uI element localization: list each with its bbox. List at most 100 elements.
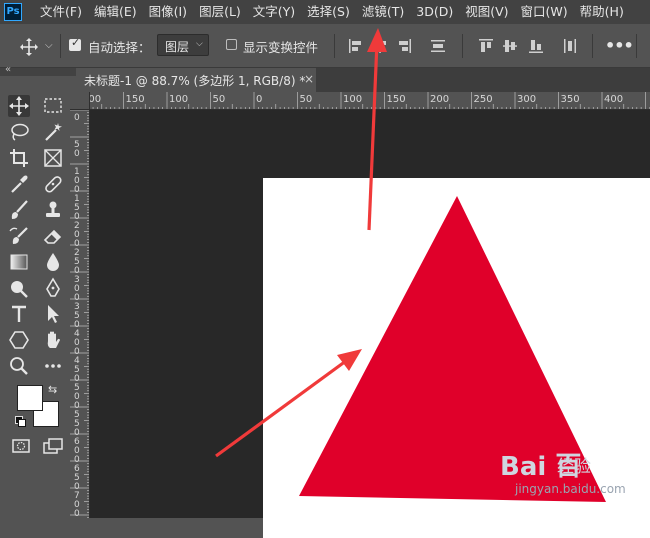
align-vertical-centers-icon[interactable] [502, 38, 518, 54]
foreground-color-swatch[interactable] [17, 385, 43, 411]
options-divider [592, 34, 593, 58]
brush-icon [11, 200, 28, 219]
menu-items: 文件(F) 编辑(E) 图像(I) 图层(L) 文字(Y) 选择(S) 滤镜(T… [34, 0, 630, 24]
ruler-label: 0 [256, 94, 262, 105]
menu-image[interactable]: 图像(I) [143, 0, 193, 24]
screen-mode-icon [43, 438, 63, 454]
menu-3d[interactable]: 3D(D) [410, 0, 459, 24]
auto-select-checkbox[interactable]: ✓ [69, 36, 81, 51]
eyedropper-icon [11, 175, 28, 193]
ruler-label: 200 [430, 94, 449, 105]
crop-tool[interactable] [8, 147, 30, 169]
more-options-button[interactable]: ••• [605, 36, 634, 55]
menu-help[interactable]: 帮助(H) [574, 0, 630, 24]
history-brush-tool[interactable] [8, 225, 30, 247]
clone-stamp-tool[interactable] [42, 199, 64, 221]
eyedropper-tool[interactable] [8, 173, 30, 195]
frame-tool[interactable] [42, 147, 64, 169]
type-t-icon [12, 305, 26, 322]
marquee-tool[interactable] [42, 95, 64, 117]
align-right-edges-icon[interactable] [396, 38, 412, 54]
move-icon [9, 96, 29, 116]
bandage-icon [45, 176, 62, 193]
options-bar: ⌵ ✓ 自动选择： 图层 ⌵ 显示变换控件 ••• [0, 24, 650, 68]
align-top-edges-icon[interactable] [478, 38, 494, 54]
ruler-label: 300 [517, 94, 536, 105]
menu-layer[interactable]: 图层(L) [193, 0, 247, 24]
rectangular-marquee-icon [44, 98, 62, 113]
water-drop-icon [47, 253, 59, 271]
menu-window[interactable]: 窗口(W) [515, 0, 574, 24]
swap-colors-icon[interactable]: ⇆ [48, 383, 57, 396]
options-divider [60, 34, 61, 58]
align-horizontal-centers-icon[interactable] [372, 38, 388, 54]
dodge-tool[interactable] [8, 277, 30, 299]
document-tab[interactable]: 未标题-1 @ 88.7% (多边形 1, RGB/8) * × [76, 68, 316, 92]
default-colors-icon[interactable] [15, 416, 26, 427]
document-tab-title: 未标题-1 @ 88.7% (多边形 1, RGB/8) * [84, 74, 306, 88]
ruler-origin[interactable] [70, 92, 90, 110]
brush-tool[interactable] [8, 199, 30, 221]
healing-brush-tool[interactable] [42, 173, 64, 195]
ruler-label: 0 [74, 113, 80, 123]
distribute-horizontal-icon[interactable] [430, 38, 446, 54]
menu-bar: Ps 文件(F) 编辑(E) 图像(I) 图层(L) 文字(Y) 选择(S) 滤… [0, 0, 650, 24]
lasso-tool[interactable] [8, 121, 30, 143]
foreground-color-fill [18, 386, 42, 410]
pen-tool[interactable] [42, 277, 64, 299]
options-divider [462, 34, 463, 58]
ruler-label: 350 [561, 94, 580, 105]
menu-edit[interactable]: 编辑(E) [88, 0, 143, 24]
eraser-tool[interactable] [42, 225, 64, 247]
menu-file[interactable]: 文件(F) [34, 0, 88, 24]
close-icon[interactable]: × [304, 72, 314, 86]
blur-tool[interactable] [42, 251, 64, 273]
chevron-down-icon: ⌵ [196, 39, 203, 49]
ruler-label: 0 [74, 509, 80, 518]
menu-type[interactable]: 文字(Y) [247, 0, 301, 24]
ruler-label: 50 [213, 94, 226, 105]
ruler-label: 100 [343, 94, 362, 105]
stamp-icon [46, 201, 60, 217]
auto-select-target-dropdown[interactable]: 图层 ⌵ [157, 34, 209, 56]
menu-select[interactable]: 选择(S) [301, 0, 356, 24]
edit-toolbar-button[interactable] [42, 355, 64, 377]
shape-tool[interactable] [8, 329, 30, 351]
distribute-vertical-icon[interactable] [562, 38, 578, 54]
ruler-label: 0 [74, 149, 80, 159]
history-brush-icon [9, 227, 28, 244]
quick-mask-button[interactable] [10, 435, 32, 457]
pen-icon [46, 277, 60, 297]
ruler-label: 250 [474, 94, 493, 105]
screen-mode-button[interactable] [42, 435, 64, 457]
ruler-label: 150 [387, 94, 406, 105]
quick-mask-icon [12, 439, 30, 453]
zoom-tool[interactable] [8, 355, 30, 377]
move-tool-icon[interactable] [20, 38, 38, 56]
magic-wand-tool[interactable] [42, 121, 64, 143]
vertical-ruler[interactable]: 0501001502002503003504004505005506006507… [70, 110, 90, 518]
options-divider [636, 34, 637, 58]
align-left-edges-icon[interactable] [348, 38, 364, 54]
ruler-label: 200 [90, 94, 101, 105]
ruler-label: 50 [300, 94, 313, 105]
menu-view[interactable]: 视图(V) [459, 0, 514, 24]
menu-filter[interactable]: 滤镜(T) [356, 0, 410, 24]
show-transform-controls-checkbox[interactable] [226, 39, 237, 50]
type-tool[interactable] [8, 303, 30, 325]
path-selection-tool[interactable] [42, 303, 64, 325]
gradient-tool[interactable] [8, 251, 30, 273]
hexagon-icon [9, 331, 29, 349]
double-chevron-left-icon[interactable]: « [5, 64, 11, 75]
align-bottom-edges-icon[interactable] [528, 38, 544, 54]
photoshop-logo-icon[interactable]: Ps [4, 3, 22, 21]
vertical-ruler-ticks: 0501001502002503003504004505005506006507… [70, 110, 89, 518]
move-tool[interactable] [8, 95, 30, 117]
horizontal-ruler[interactable]: 200 150 100 50 0 50 100 150 200 250 300 350 400 [90, 92, 650, 110]
tool-preset-chevron-down-icon[interactable]: ⌵ [45, 40, 53, 51]
toolbar-collapse-bar[interactable]: « [0, 64, 76, 76]
watermark-subbrand: 经验 [557, 457, 591, 477]
options-divider [334, 34, 335, 58]
checkmark-icon: ✓ [71, 36, 81, 49]
hand-tool[interactable] [42, 329, 64, 351]
